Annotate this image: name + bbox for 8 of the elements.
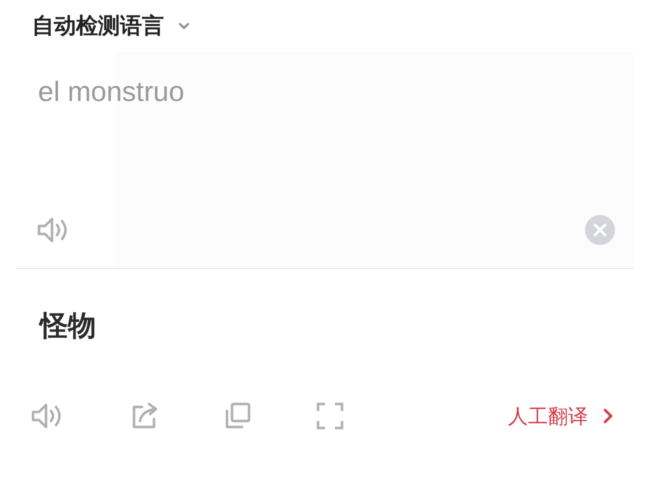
chevron-right-icon — [602, 407, 614, 425]
chevron-down-icon — [178, 22, 190, 30]
input-field[interactable]: el monstruo — [38, 76, 538, 108]
language-selector[interactable]: 自动检测语言 — [32, 11, 190, 41]
translation-result: 怪物 — [38, 308, 97, 344]
clear-icon[interactable] — [584, 214, 616, 246]
human-translation-link[interactable]: 人工翻译 — [508, 402, 634, 430]
fullscreen-icon[interactable] — [315, 401, 345, 431]
